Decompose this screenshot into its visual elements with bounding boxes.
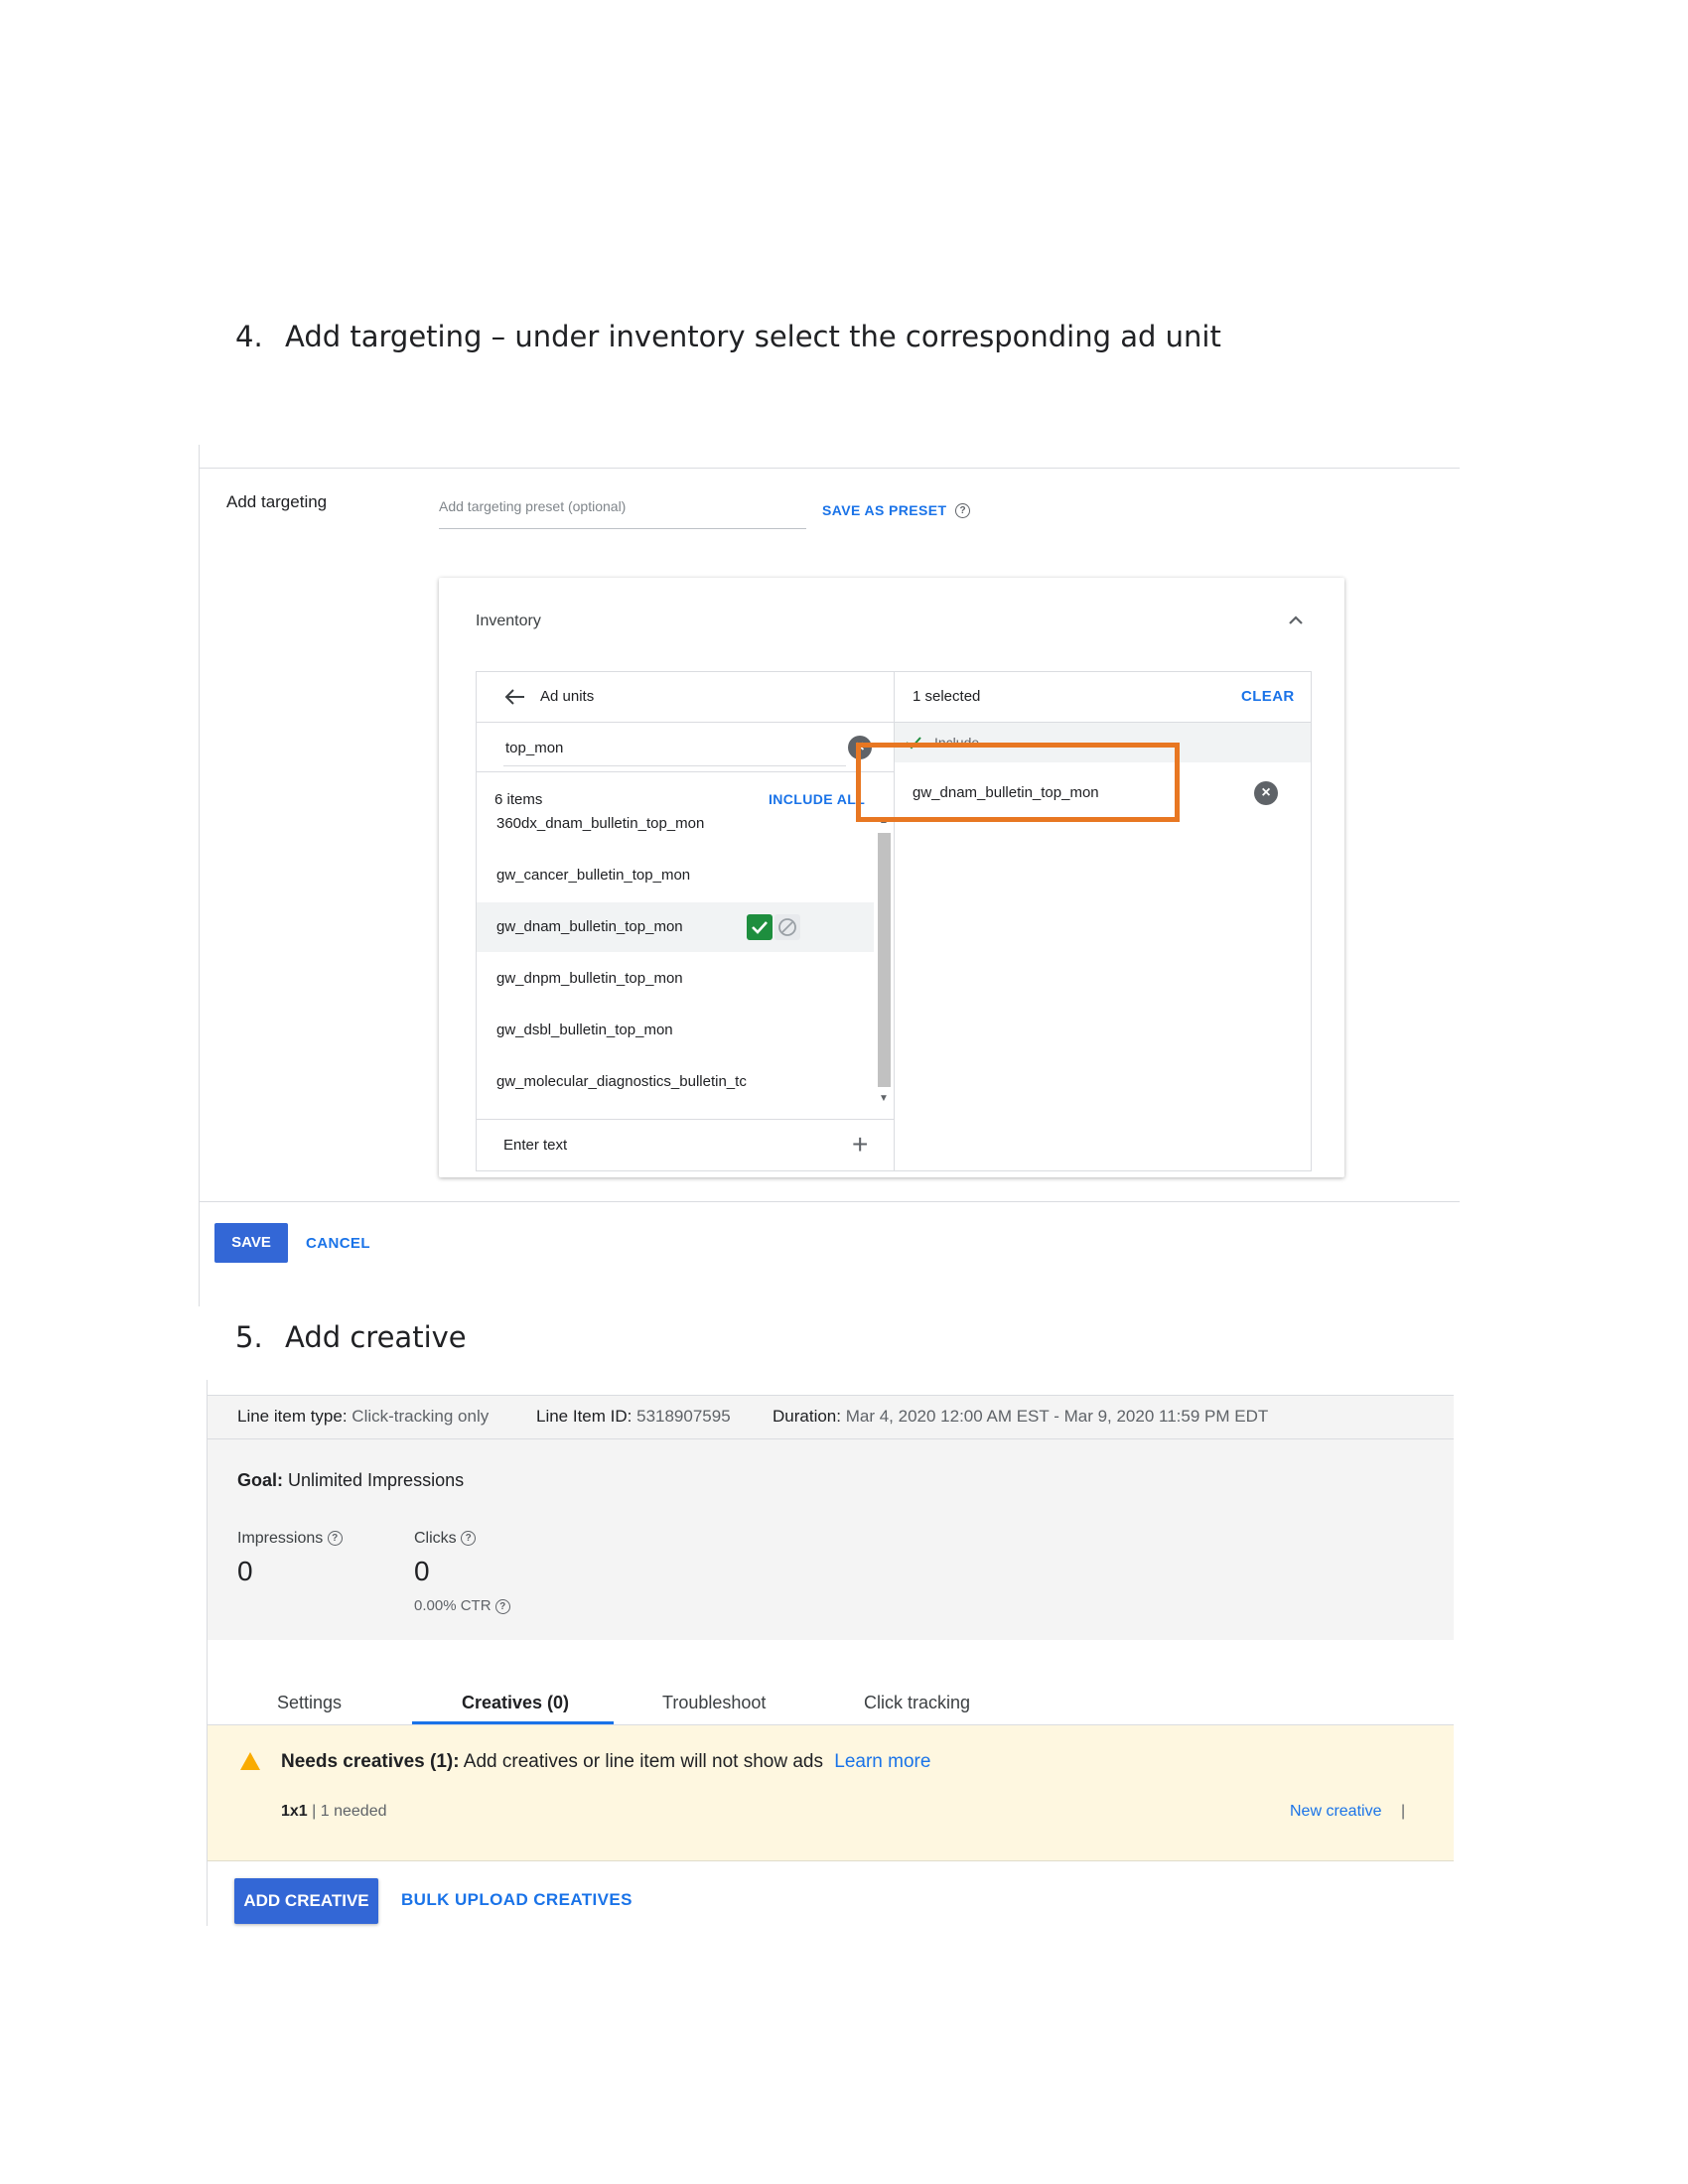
impressions-value: 0	[237, 1556, 253, 1586]
save-as-preset-help-icon[interactable]: ?	[955, 502, 970, 520]
step-text: Add creative	[285, 1320, 467, 1354]
ad-unit-list: 360dx_dnam_bulletin_top_mon gw_cancer_bu…	[477, 811, 874, 1109]
scrollbar-thumb[interactable]	[878, 833, 891, 1087]
line-item-id: Line Item ID: 5318907595	[536, 1407, 731, 1427]
ad-units-pane: Ad units top_mon × 6 items INCLUDE ALL 3…	[477, 672, 895, 1170]
step-text: Add targeting – under inventory select t…	[285, 320, 1221, 353]
scroll-down-icon[interactable]: ▼	[879, 1093, 889, 1104]
list-item[interactable]: gw_dnam_bulletin_top_mon	[496, 918, 683, 935]
list-item[interactable]: gw_molecular_diagnostics_bulletin_tc	[496, 1073, 750, 1090]
creatives-needed: 1 needed	[320, 1803, 387, 1820]
impressions-label-row: Impressions ?	[237, 1530, 343, 1548]
goal-value: Unlimited Impressions	[288, 1470, 465, 1490]
collapse-chevron-up-icon[interactable]	[1285, 610, 1307, 631]
highlight-box	[856, 743, 1180, 822]
items-count: 6 items	[494, 791, 543, 808]
warning-title: Needs creatives (1):	[281, 1751, 460, 1772]
tab-settings[interactable]: Settings	[277, 1693, 342, 1713]
selected-count: 1 selected	[913, 688, 981, 705]
summary-divider	[208, 1438, 1454, 1439]
line-item-type-label: Line item type:	[237, 1407, 348, 1426]
learn-more-link[interactable]: Learn more	[834, 1751, 930, 1772]
tab-troubleshoot[interactable]: Troubleshoot	[662, 1693, 766, 1713]
warning-message-row: Needs creatives (1): Add creatives or li…	[281, 1751, 930, 1773]
selected-header: 1 selected CLEAR	[895, 672, 1311, 723]
clicks-label: Clicks	[414, 1530, 457, 1547]
list-item[interactable]: gw_dsbl_bulletin_top_mon	[496, 1022, 673, 1038]
line-item-type-value: Click-tracking only	[352, 1407, 490, 1426]
line-item-type: Line item type: Click-tracking only	[237, 1407, 489, 1427]
ad-units-header: Ad units	[477, 672, 894, 723]
remove-selected-icon[interactable]: ×	[1254, 781, 1278, 805]
targeting-preset-input[interactable]: Add targeting preset (optional)	[439, 498, 806, 529]
list-item[interactable]: 360dx_dnam_bulletin_top_mon	[496, 815, 704, 832]
list-item[interactable]: gw_dnpm_bulletin_top_mon	[496, 970, 683, 987]
save-as-preset-button[interactable]: SAVE AS PRESET	[822, 502, 946, 518]
include-all-button[interactable]: INCLUDE ALL	[769, 791, 865, 807]
ctr-help-icon[interactable]: ?	[494, 1598, 510, 1614]
add-plus-icon[interactable]: +	[852, 1131, 868, 1159]
inventory-card: Inventory Ad units top_mon × 6 items INC…	[439, 578, 1344, 1177]
creative-size-row: 1x1 | 1 needed	[281, 1803, 387, 1821]
save-button[interactable]: SAVE	[214, 1223, 288, 1263]
clicks-value: 0	[414, 1556, 430, 1586]
ctr-value: 0.00% CTR	[414, 1597, 492, 1614]
impressions-help-icon[interactable]: ?	[327, 1531, 343, 1547]
panel-top-divider	[199, 468, 1460, 469]
line-item-duration: Duration: Mar 4, 2020 12:00 AM EST - Mar…	[773, 1407, 1268, 1427]
warning-message: Add creatives or line item will not show…	[463, 1751, 823, 1772]
cancel-button[interactable]: CANCEL	[306, 1235, 370, 1252]
ad-unit-search-value: top_mon	[505, 740, 564, 756]
tab-creatives[interactable]: Creatives (0)	[462, 1693, 569, 1713]
clear-button[interactable]: CLEAR	[1241, 688, 1295, 705]
step-number: 4.	[235, 320, 263, 353]
new-creative-link[interactable]: New creative	[1290, 1803, 1381, 1821]
back-arrow-icon[interactable]	[504, 687, 526, 707]
inventory-title: Inventory	[476, 613, 541, 629]
ctr-row: 0.00% CTR ?	[414, 1597, 510, 1614]
goal-label: Goal:	[237, 1470, 284, 1490]
exclude-block-icon[interactable]	[774, 914, 800, 940]
impressions-label: Impressions	[237, 1530, 324, 1547]
tab-click-tracking[interactable]: Click tracking	[864, 1693, 970, 1713]
ad-unit-search-input[interactable]: top_mon	[503, 730, 846, 766]
line-item-id-value: 5318907595	[636, 1407, 731, 1426]
enter-text-input[interactable]: Enter text	[503, 1137, 567, 1154]
duration-value: Mar 4, 2020 12:00 AM EST - Mar 9, 2020 1…	[845, 1407, 1269, 1426]
add-creative-button[interactable]: ADD CREATIVE	[234, 1878, 378, 1924]
line-item-summary: Line item type: Click-tracking only Line…	[208, 1395, 1454, 1640]
add-targeting-label: Add targeting	[226, 492, 328, 511]
list-item[interactable]: gw_cancer_bulletin_top_mon	[496, 867, 690, 884]
goal: Goal: Unlimited Impressions	[237, 1470, 464, 1491]
creative-size: 1x1	[281, 1803, 308, 1820]
clicks-label-row: Clicks ?	[414, 1530, 477, 1548]
duration-label: Duration:	[773, 1407, 841, 1426]
bulk-upload-creatives-button[interactable]: BULK UPLOAD CREATIVES	[401, 1890, 633, 1910]
list-scrollbar[interactable]: ▲ ▼	[876, 813, 892, 1107]
targeting-preset-placeholder: Add targeting preset (optional)	[439, 498, 627, 514]
warning-icon	[239, 1751, 261, 1771]
step-4-heading: 4. Add targeting – under inventory select…	[235, 320, 1221, 353]
clicks-help-icon[interactable]: ?	[461, 1531, 477, 1547]
step-number: 5.	[235, 1320, 263, 1354]
step-5-heading: 5. Add creative	[235, 1320, 467, 1354]
list-bottom-divider	[477, 1119, 894, 1120]
panel-bottom-divider	[199, 1201, 1460, 1202]
size-separator: |	[312, 1803, 317, 1820]
search-divider	[477, 771, 894, 772]
needs-creatives-banner: Needs creatives (1): Add creatives or li…	[208, 1725, 1454, 1861]
panel-left-border	[199, 445, 200, 1306]
ad-units-title: Ad units	[540, 688, 595, 705]
line-item-id-label: Line Item ID:	[536, 1407, 633, 1426]
include-check-icon[interactable]	[747, 914, 773, 940]
summary-top-border	[208, 1395, 1454, 1396]
link-separator: |	[1401, 1803, 1406, 1820]
